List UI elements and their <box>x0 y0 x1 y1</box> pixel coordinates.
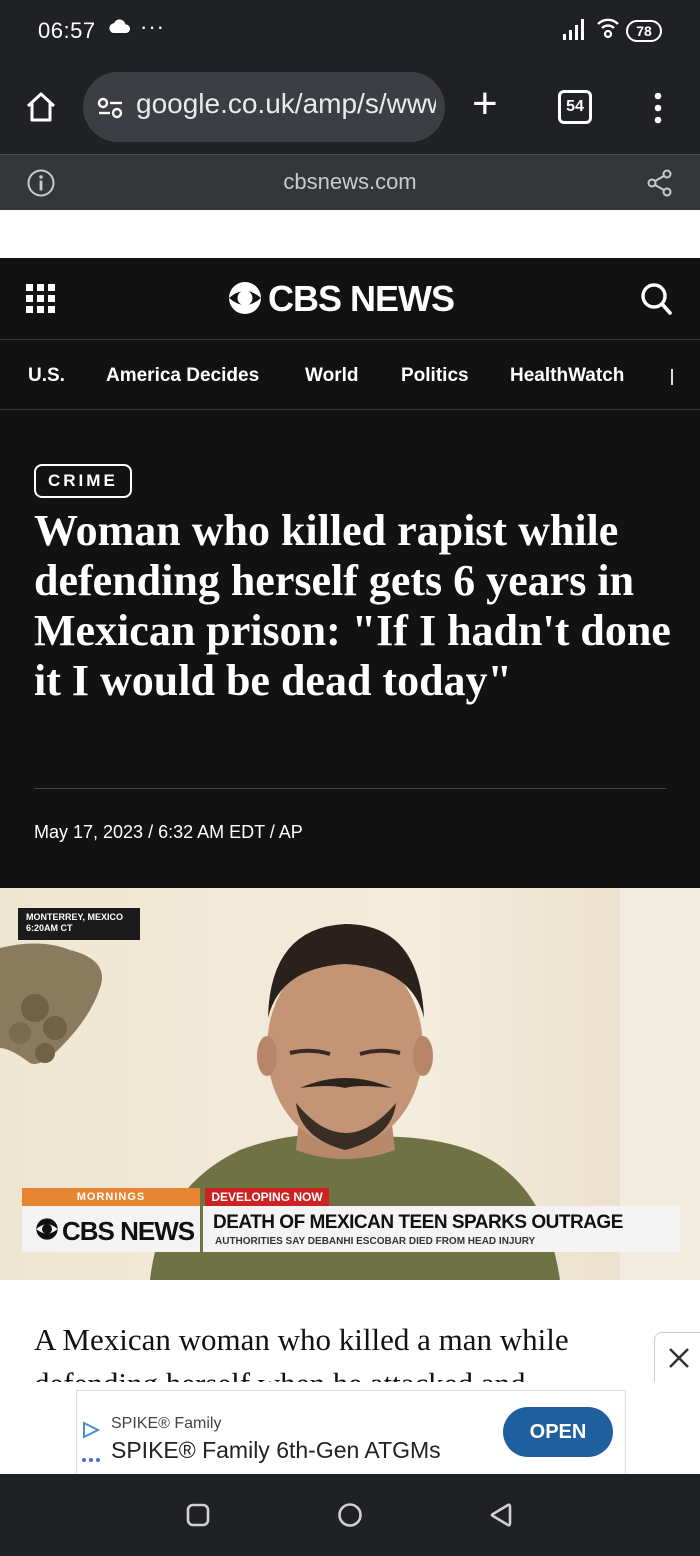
lower-third-subhead: AUTHORITIES SAY DEBANHI ESCOBAR DIED FRO… <box>215 1236 536 1247</box>
article-header: CRIME Woman who killed rapist while defe… <box>0 410 700 888</box>
search-icon[interactable] <box>640 282 672 321</box>
status-bar: 06:57 ··· 78 <box>0 0 700 62</box>
new-tab-button[interactable]: + <box>472 82 498 126</box>
nav-item-world[interactable]: World <box>305 365 358 387</box>
amp-domain[interactable]: cbsnews.com <box>0 169 700 195</box>
nav-item-healthwatch[interactable]: HealthWatch <box>510 365 624 387</box>
logo-wordmark: CBS NEWS <box>268 278 455 319</box>
system-navigation-bar <box>0 1474 700 1556</box>
location-time: 6:20AM CT <box>26 923 73 933</box>
cbs-eye-icon <box>36 1218 58 1240</box>
close-ad-button[interactable] <box>654 1332 700 1382</box>
nav-item-politics[interactable]: Politics <box>401 365 469 387</box>
lower-third-headline: DEATH OF MEXICAN TEEN SPARKS OUTRAGE <box>213 1212 623 1233</box>
ad-title[interactable]: SPIKE® Family 6th-Gen ATGMs <box>111 1437 441 1464</box>
nav-overflow-divider <box>671 369 673 385</box>
developing-tag: DEVELOPING NOW <box>205 1188 329 1206</box>
browser-toolbar: google.co.uk/amp/s/www.cbsnews.com + 54 <box>0 62 700 154</box>
cloud-icon <box>108 18 132 41</box>
nav-item-america-decides[interactable]: America Decides <box>106 365 259 387</box>
battery-indicator: 78 <box>626 20 662 42</box>
ad-advertiser: SPIKE® Family <box>111 1415 222 1432</box>
tab-switcher-button[interactable]: 54 <box>558 90 592 124</box>
lower-third: MORNINGS DEVELOPING NOW CBS NEWS DEATH O… <box>22 1188 680 1252</box>
ad-menu-icon[interactable] <box>81 1457 101 1463</box>
wifi-icon <box>596 16 620 47</box>
network-wordmark: CBS NEWS <box>62 1216 195 1246</box>
recents-icon[interactable] <box>186 1503 210 1532</box>
home-icon[interactable] <box>24 90 58 129</box>
signal-icon <box>562 18 588 47</box>
lower-third-headline-box: DEATH OF MEXICAN TEEN SPARKS OUTRAGE AUT… <box>203 1206 680 1252</box>
more-options-icon[interactable] <box>652 92 664 129</box>
location-city: MONTERREY, MEXICO <box>26 912 124 922</box>
amp-info-bar: cbsnews.com <box>0 154 700 210</box>
close-icon <box>669 1348 689 1368</box>
video-player[interactable]: MONTERREY, MEXICO 6:20AM CT MORNINGS DEV… <box>0 888 700 1280</box>
show-tag: MORNINGS <box>22 1188 200 1206</box>
location-bug: MONTERREY, MEXICO 6:20AM CT <box>18 908 140 940</box>
sections-menu-icon[interactable] <box>26 284 56 319</box>
status-time: 06:57 <box>38 18 96 43</box>
notification-overflow-icon: ··· <box>140 14 165 39</box>
back-icon[interactable] <box>488 1502 514 1533</box>
article-lede: A Mexican woman who killed a man while d… <box>34 1322 569 1382</box>
ad-card[interactable]: SPIKE® Family SPIKE® Family 6th-Gen ATGM… <box>76 1390 626 1474</box>
divider <box>34 788 666 789</box>
share-icon[interactable] <box>646 169 674 202</box>
ad-open-button[interactable]: OPEN <box>503 1407 613 1457</box>
ad-spacer <box>0 210 700 258</box>
cbs-eye-icon <box>229 282 261 314</box>
article-headline: Woman who killed rapist while defending … <box>34 506 671 705</box>
article-dateline: May 17, 2023 / 6:32 AM EDT / AP <box>34 822 303 842</box>
adchoices-icon[interactable] <box>81 1421 101 1439</box>
home-nav-icon[interactable] <box>337 1502 363 1533</box>
network-bug: CBS NEWS <box>22 1206 200 1252</box>
nav-item-us[interactable]: U.S. <box>28 365 65 387</box>
site-header: CBS NEWS <box>0 258 700 340</box>
category-badge[interactable]: CRIME <box>34 464 132 498</box>
section-nav: U.S. America Decides World Politics Heal… <box>0 340 700 410</box>
ad-banner: SPIKE® Family SPIKE® Family 6th-Gen ATGM… <box>0 1382 700 1474</box>
article-body: A Mexican woman who killed a man while d… <box>0 1280 700 1382</box>
site-settings-icon[interactable] <box>96 96 126 125</box>
url-text[interactable]: google.co.uk/amp/s/www.cbsnews.com <box>136 88 436 124</box>
